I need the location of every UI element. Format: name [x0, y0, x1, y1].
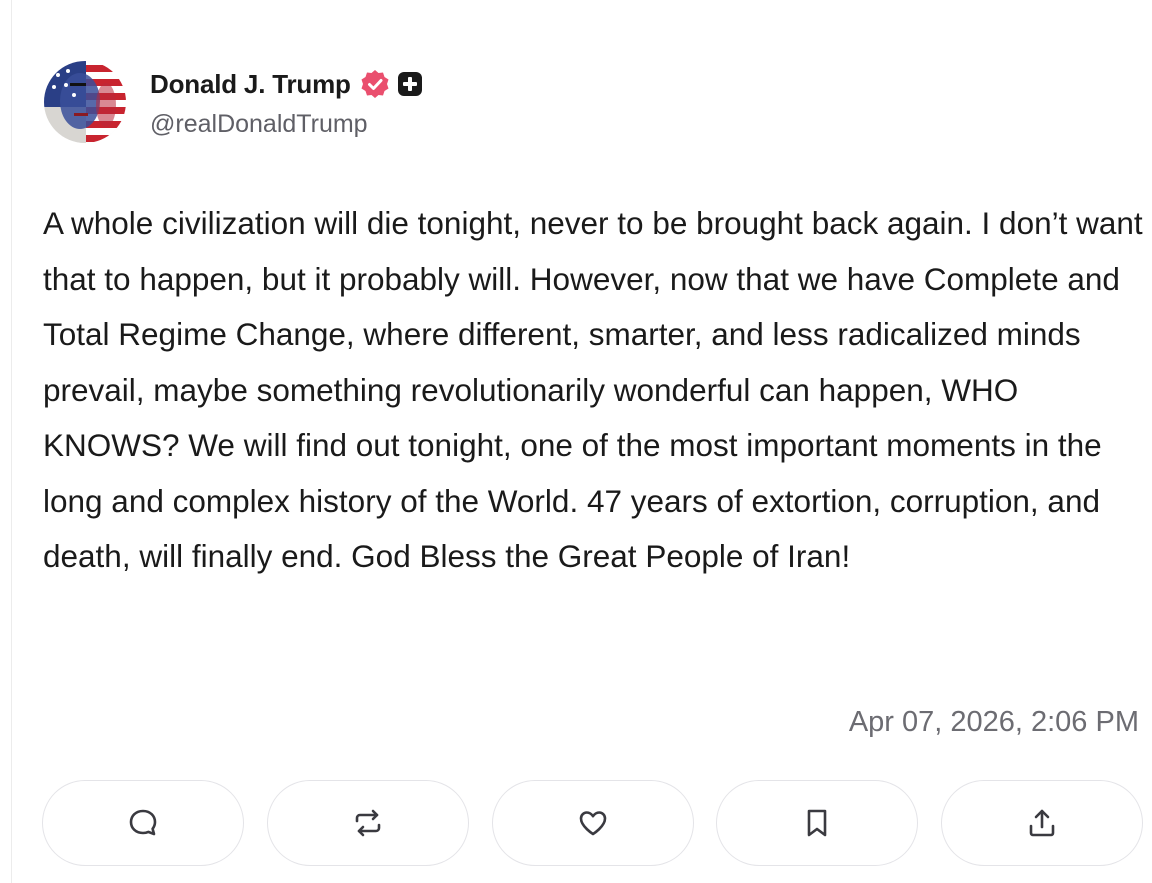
author-row: Donald J. Trump: [150, 66, 423, 102]
author-name[interactable]: Donald J. Trump: [150, 69, 351, 100]
repost-button[interactable]: [266, 780, 469, 866]
post-timestamp[interactable]: Apr 07, 2026, 2:06 PM: [849, 706, 1139, 739]
avatar-image: [44, 61, 126, 143]
heart-icon: [579, 811, 606, 836]
comment-icon: [129, 809, 157, 836]
bookmark-icon: [807, 809, 827, 837]
author-handle[interactable]: @realDonaldTrump: [150, 110, 368, 139]
post-body: A whole civilization will die tonight, n…: [43, 205, 1143, 574]
share-button[interactable]: [941, 780, 1143, 866]
verified-badge-icon: [359, 68, 391, 100]
avatar[interactable]: [44, 61, 126, 143]
share-icon: [1029, 809, 1055, 837]
post-card: Donald J. Trump @realDonaldTrump A whole…: [0, 0, 1152, 883]
reply-button[interactable]: [42, 780, 244, 866]
action-bar: [42, 780, 1143, 868]
bookmark-button[interactable]: [716, 780, 919, 866]
repost-icon: [355, 809, 381, 837]
like-button[interactable]: [491, 780, 694, 866]
plus-badge-icon: [397, 71, 423, 97]
